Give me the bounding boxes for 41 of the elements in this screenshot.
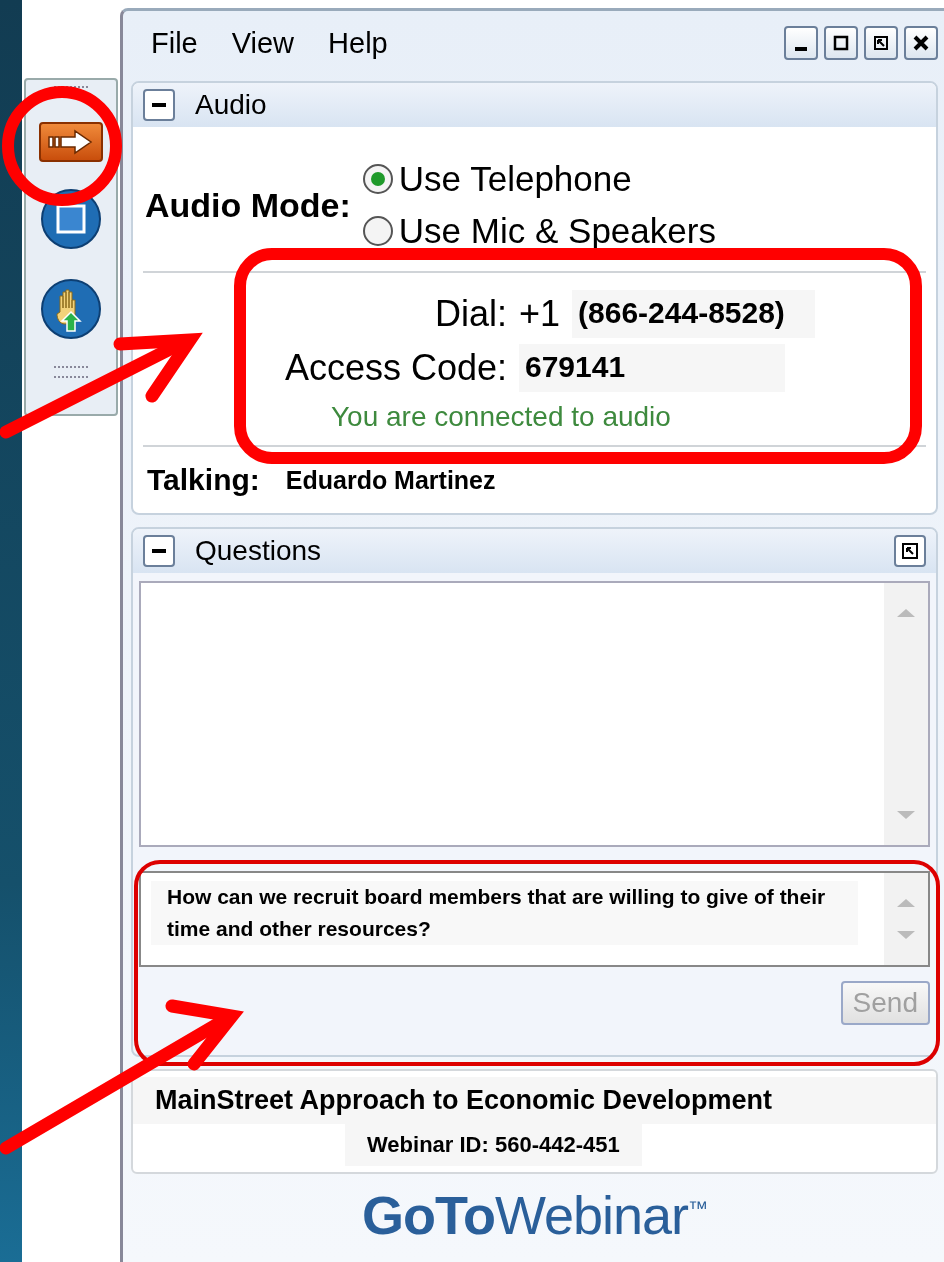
access-code: 679141 (519, 344, 786, 392)
radio-icon[interactable] (360, 162, 395, 196)
minimize-icon (795, 47, 807, 51)
pop-out-button[interactable] (894, 535, 926, 567)
menu-item[interactable]: View (231, 26, 295, 60)
collapse-toggle[interactable] (143, 89, 175, 121)
pop-out-button[interactable] (864, 26, 898, 60)
minus-icon (152, 103, 166, 107)
close-icon (912, 34, 930, 52)
question-input[interactable]: How can we recruit board members that are willing to give of their time and other resources? (139, 871, 930, 967)
logo-text: GoToWebinar$^{™}$ (361, 1184, 708, 1246)
menu-item[interactable]: Help (328, 26, 388, 60)
maximize-button[interactable] (824, 26, 858, 60)
radio-icon[interactable] (360, 214, 395, 248)
talking-label: Talking: (147, 463, 260, 497)
question-text: How can we recruit board members that are willing to give of their time and other resources? (151, 881, 858, 945)
scrollbar[interactable] (884, 873, 928, 965)
radio-option[interactable]: Use Telephone (360, 153, 716, 205)
arrow-button[interactable] (39, 122, 103, 162)
collapse-toggle[interactable] (143, 535, 175, 567)
webinar-id: Webinar ID: 560-442-451 (345, 1124, 642, 1166)
dial-label: Dial: (433, 293, 508, 335)
access-code-label: Access Code: (283, 347, 508, 389)
menu-item[interactable]: File (151, 26, 198, 60)
audio-mode-label: Audio Mode: (145, 185, 351, 225)
close-button[interactable] (904, 26, 938, 60)
pop-out-icon (872, 34, 890, 52)
scrollbar[interactable] (884, 583, 928, 845)
speaker-name: Eduardo Martinez (285, 465, 496, 495)
connection-status: You are connected to audio (331, 401, 671, 433)
phone-number: (866-244-8528) (572, 290, 815, 338)
webinar-title: MainStreet Approach to Economic Development (133, 1077, 936, 1124)
minimize-button[interactable] (784, 26, 818, 60)
country-code: +1 (519, 293, 562, 335)
grip-icon[interactable] (54, 366, 88, 378)
pop-out-icon (900, 541, 920, 561)
minus-icon (152, 549, 166, 553)
maximize-icon (832, 34, 850, 52)
panel-title: Audio (195, 89, 267, 121)
panel-title: Questions (195, 535, 322, 567)
radio-option[interactable]: Use Mic & Speakers (360, 205, 716, 257)
